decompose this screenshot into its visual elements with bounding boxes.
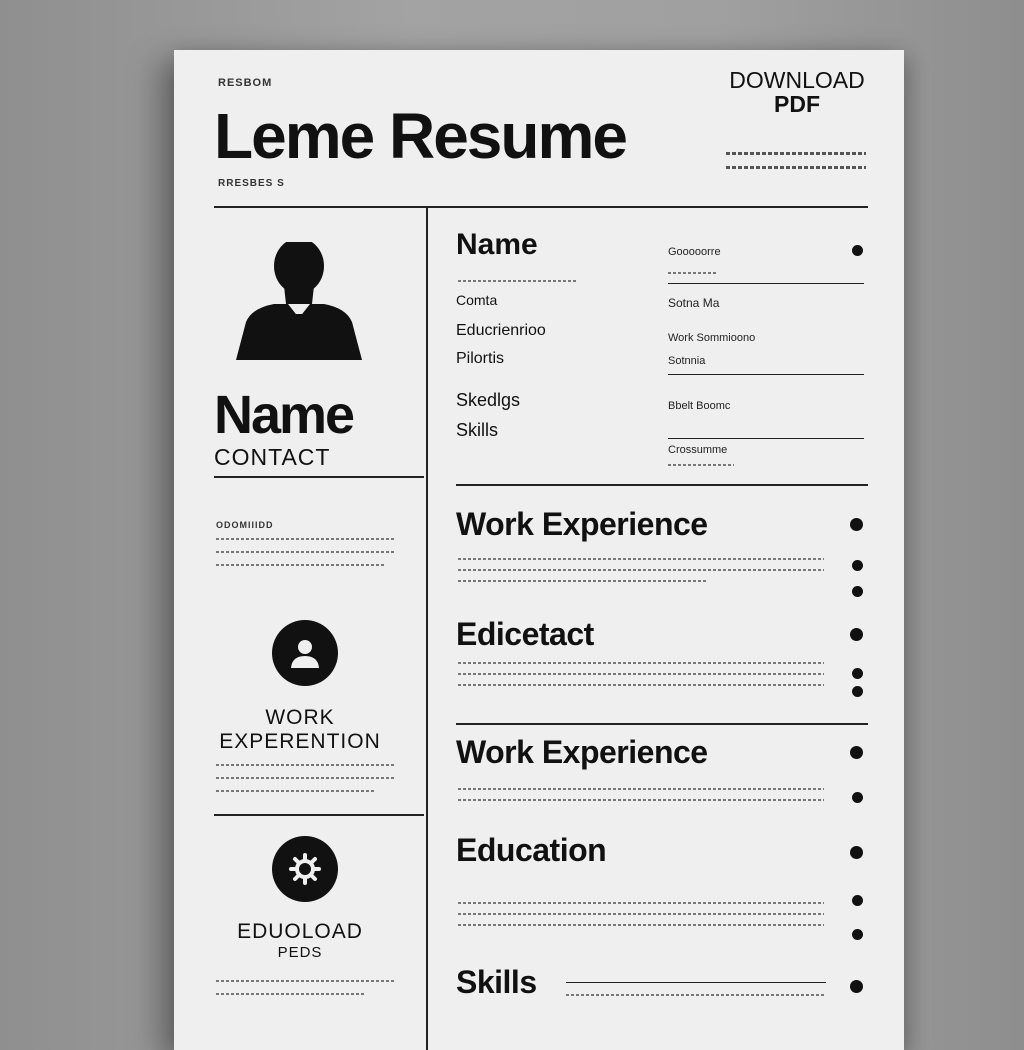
download-label: DOWNLOAD (729, 67, 865, 93)
info-field-1: Comta (456, 292, 498, 308)
info-right-dots-2 (668, 464, 734, 466)
header-divider (214, 206, 868, 208)
info-right-3: Work Sommioono (668, 332, 756, 344)
download-label-pdf: PDF (774, 91, 820, 117)
header-kicker: RESBOM (218, 77, 273, 89)
gear-circle-icon (272, 836, 338, 902)
sidebar-name: Name (214, 385, 355, 445)
info-right-rule-1 (668, 283, 864, 284)
bullet-icon (852, 586, 863, 597)
bullet-icon (852, 929, 863, 940)
info-field-3: Pilortis (456, 350, 505, 367)
section-divider (456, 723, 868, 725)
sidebar-section-heading: ODOMIIIDD (216, 520, 274, 530)
info-right-rule-3 (668, 438, 864, 439)
info-right-4: Sotnnia (668, 355, 706, 367)
sidebar-work-line1: WORK (265, 706, 335, 729)
info-right-6: Crossumme (668, 444, 728, 456)
section-1-text (458, 558, 824, 591)
info-name-underline (458, 280, 578, 282)
skills-line (566, 982, 826, 983)
section-3-text (458, 788, 824, 810)
bullet-icon (850, 846, 863, 859)
download-pdf-button[interactable]: DOWNLOAD PDF (722, 68, 872, 116)
user-circle-icon (272, 620, 338, 686)
header-subline: RRESBES S (218, 178, 285, 189)
person-silhouette-icon (232, 238, 366, 360)
sidebar-work-text (216, 764, 396, 803)
bullet-icon (850, 628, 863, 641)
section-2-text (458, 662, 824, 695)
info-name-label: Name (456, 228, 538, 261)
bullet-icon (852, 792, 863, 803)
sidebar-work-title: WORK EXPERENTION (200, 706, 400, 754)
section-4-text (458, 902, 824, 935)
info-right-rule-2 (668, 374, 864, 375)
section-title-3: Work Experience (456, 734, 708, 770)
sidebar-download-text (216, 980, 396, 1006)
sidebar-download-line1: EDUOLOAD (237, 920, 363, 943)
page-title: Leme Resume (214, 100, 628, 172)
section-title-2: Edicetact (456, 616, 594, 652)
column-divider (426, 206, 428, 1050)
section-title-5: Skills (456, 964, 537, 1000)
sidebar-contact: CONTACT (214, 444, 331, 470)
info-right-1: Gooooorre (668, 246, 721, 258)
section-title-4: Education (456, 832, 607, 868)
info-field-2: Educrienrioo (456, 322, 546, 339)
sidebar-work-line2: EXPERENTION (219, 730, 381, 753)
bullet-icon (852, 895, 863, 906)
info-right-5: Bbelt Boomc (668, 400, 731, 412)
resume-sheet: RESBOM Leme Resume RRESBES S DOWNLOAD PD… (174, 50, 904, 1050)
sidebar-download-title[interactable]: EDUOLOAD PEDS (200, 920, 400, 961)
sidebar-divider (214, 476, 424, 478)
info-field-4: Skedlgs (456, 390, 521, 410)
info-divider (456, 484, 868, 486)
sidebar-text-block (216, 538, 396, 577)
info-field-5: Skills (456, 420, 499, 440)
bullet-icon (850, 746, 863, 759)
bullet-icon (852, 686, 863, 697)
bullet-icon (852, 668, 863, 679)
bullet-icon (852, 245, 863, 256)
bullet-icon (850, 980, 863, 993)
info-right-dots (668, 272, 718, 274)
sidebar-download-line2: PEDS (277, 944, 323, 961)
section-title-1: Work Experience (456, 506, 708, 542)
header-meta-lines (726, 152, 866, 180)
skills-dots (566, 994, 826, 996)
bullet-icon (850, 518, 863, 531)
sidebar-divider-2 (214, 814, 424, 816)
bullet-icon (852, 560, 863, 571)
info-right-2: Sotna Ma (668, 296, 720, 310)
